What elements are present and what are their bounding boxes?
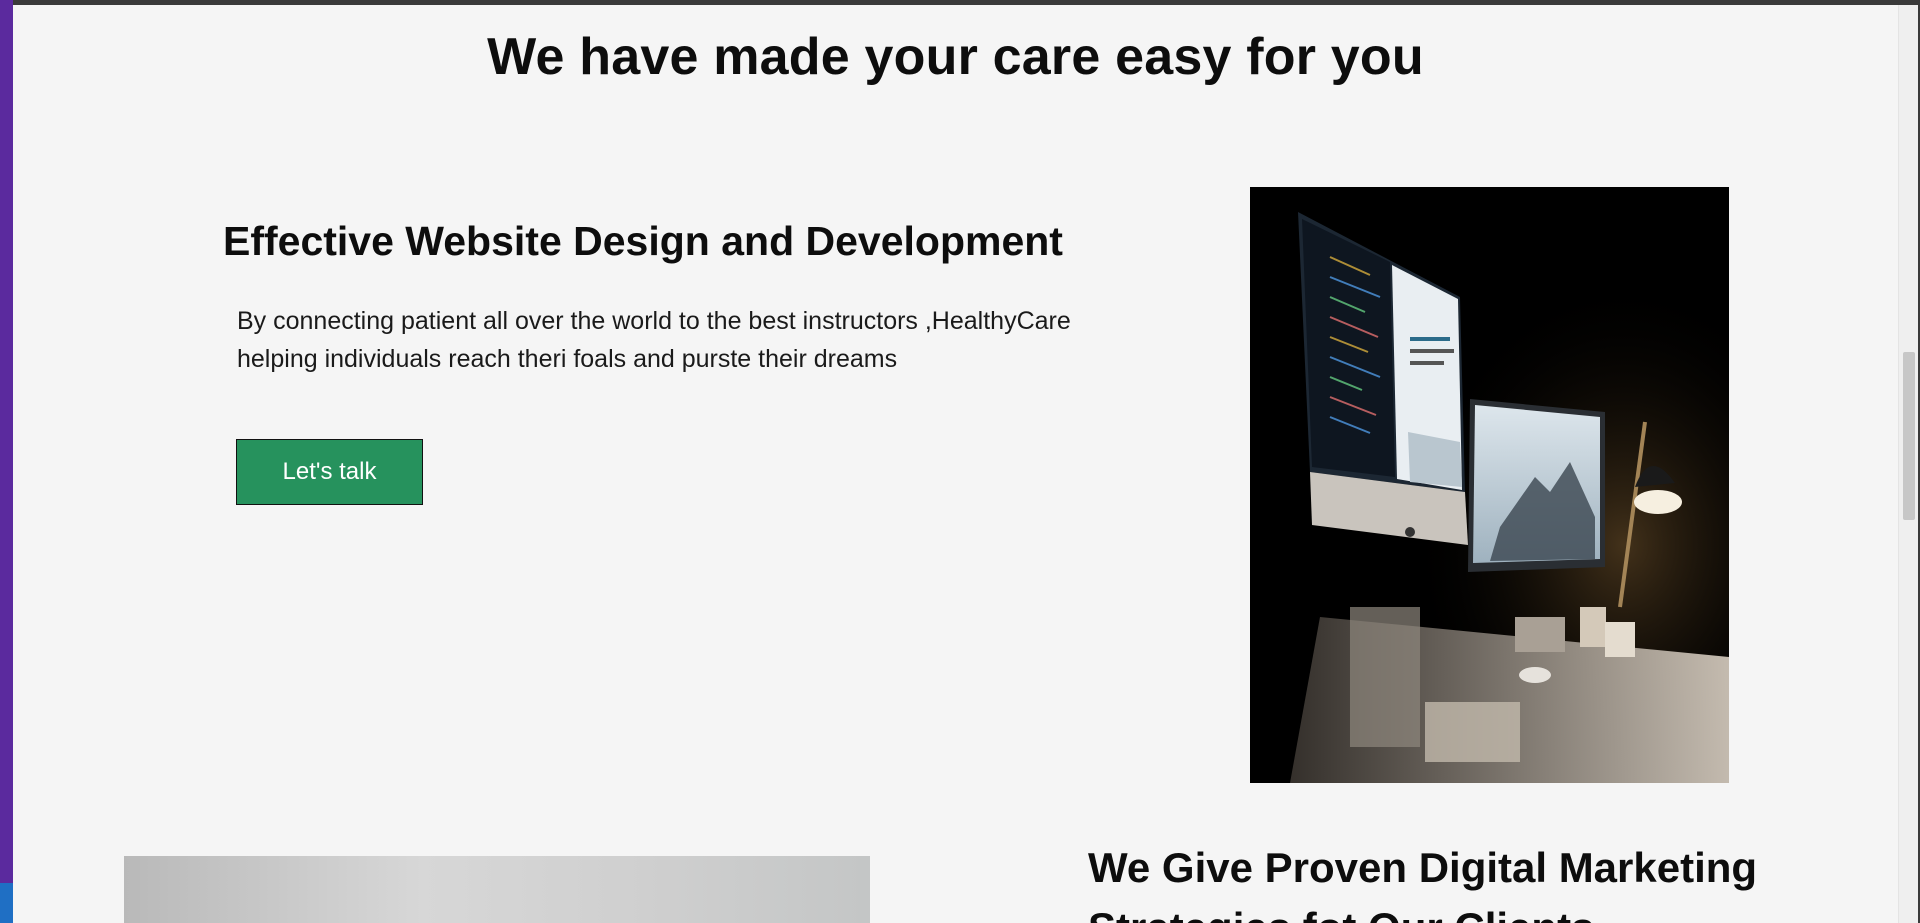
second-feature-image bbox=[124, 856, 870, 923]
second-feature-heading: We Give Proven Digital Marketing Strateg… bbox=[1088, 844, 1758, 923]
scrollbar-thumb[interactable] bbox=[1903, 352, 1915, 520]
section-title: We have made your care easy for you bbox=[487, 28, 1424, 86]
lets-talk-button[interactable]: Let's talk bbox=[236, 439, 423, 505]
feature-heading: Effective Website Design and Development bbox=[223, 218, 1063, 264]
desk-setup-image bbox=[1250, 187, 1729, 783]
feature-description: By connecting patient all over the world… bbox=[237, 307, 1071, 373]
page-scrollbar[interactable] bbox=[1898, 5, 1919, 923]
page-viewport: We have made your care easy for you Effe… bbox=[13, 5, 1898, 923]
desk-setup-illustration bbox=[1250, 187, 1729, 783]
desktop-background-strip bbox=[0, 0, 13, 923]
taskbar-edge bbox=[0, 883, 13, 923]
